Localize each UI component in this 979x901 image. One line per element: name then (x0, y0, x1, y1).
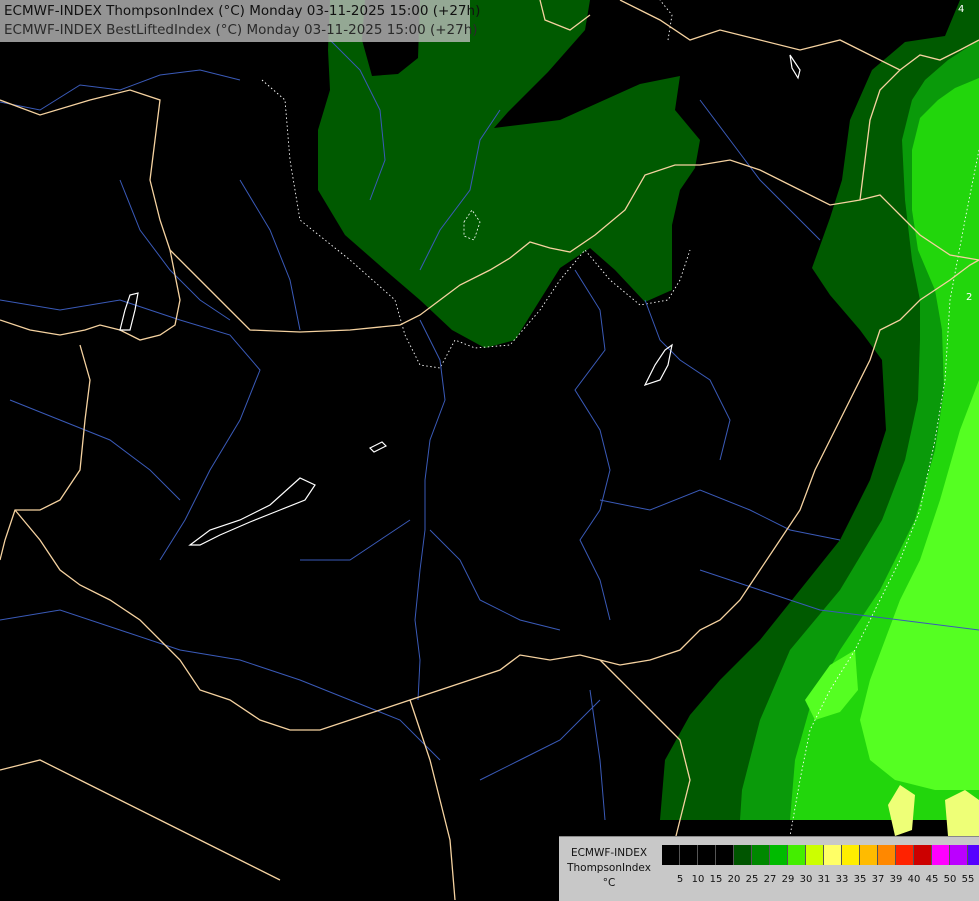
legend-tick-label: 25 (745, 874, 759, 885)
map-title-lifted: ECMWF-INDEX BestLiftedIndex (°C) Monday … (4, 22, 478, 38)
contour-label-2: 2 (966, 292, 973, 303)
legend-swatch (716, 845, 734, 865)
legend-model-label: ECMWF-INDEX (570, 847, 648, 859)
legend-tick-label: 39 (889, 874, 903, 885)
legend-swatch (824, 845, 842, 865)
legend-swatch (770, 845, 788, 865)
legend-unit-label: °C (602, 877, 616, 889)
legend-swatch (860, 845, 878, 865)
legend-tick-label: 37 (871, 874, 885, 885)
weather-map (0, 0, 979, 900)
legend-tick-label: 10 (691, 874, 705, 885)
legend-index-label: ThompsonIndex (567, 862, 651, 874)
legend-swatch (662, 845, 680, 865)
legend-swatch (896, 845, 914, 865)
legend-tick-label: 5 (676, 874, 684, 885)
legend-swatch (878, 845, 896, 865)
legend-tick-label: 27 (763, 874, 777, 885)
legend-tick-label: 50 (943, 874, 957, 885)
legend-swatch (968, 845, 979, 865)
legend-swatch (752, 845, 770, 865)
legend-swatch (932, 845, 950, 865)
legend-tick-label: 20 (727, 874, 741, 885)
legend-swatches (662, 845, 979, 865)
color-legend: ECMWF-INDEX ThompsonIndex °C 5 10 15 20 25 27… (559, 836, 979, 901)
legend-swatch (806, 845, 824, 865)
legend-tick-label: 29 (781, 874, 795, 885)
legend-tick-label: 45 (925, 874, 939, 885)
legend-tick-label: 15 (709, 874, 723, 885)
legend-swatch (788, 845, 806, 865)
legend-swatch (698, 845, 716, 865)
legend-swatch (950, 845, 968, 865)
legend-tick-spacer (662, 874, 671, 885)
legend-tick-label: 55 (961, 874, 975, 885)
map-title-box: ECMWF-INDEX ThompsonIndex (°C) Monday 03… (0, 0, 480, 42)
legend-swatch (734, 845, 752, 865)
legend-swatch (914, 845, 932, 865)
legend-swatch (842, 845, 860, 865)
legend-tick-label: 33 (835, 874, 849, 885)
legend-tick-label: 35 (853, 874, 867, 885)
legend-tick-label: 30 (799, 874, 813, 885)
legend-swatch (680, 845, 698, 865)
legend-ticks: 51015202527293031333537394045505560 (662, 874, 979, 885)
legend-tick-label: 31 (817, 874, 831, 885)
contour-label-4: 4 (958, 4, 965, 15)
map-title-thompson: ECMWF-INDEX ThompsonIndex (°C) Monday 03… (4, 3, 481, 19)
legend-tick-label: 40 (907, 874, 921, 885)
